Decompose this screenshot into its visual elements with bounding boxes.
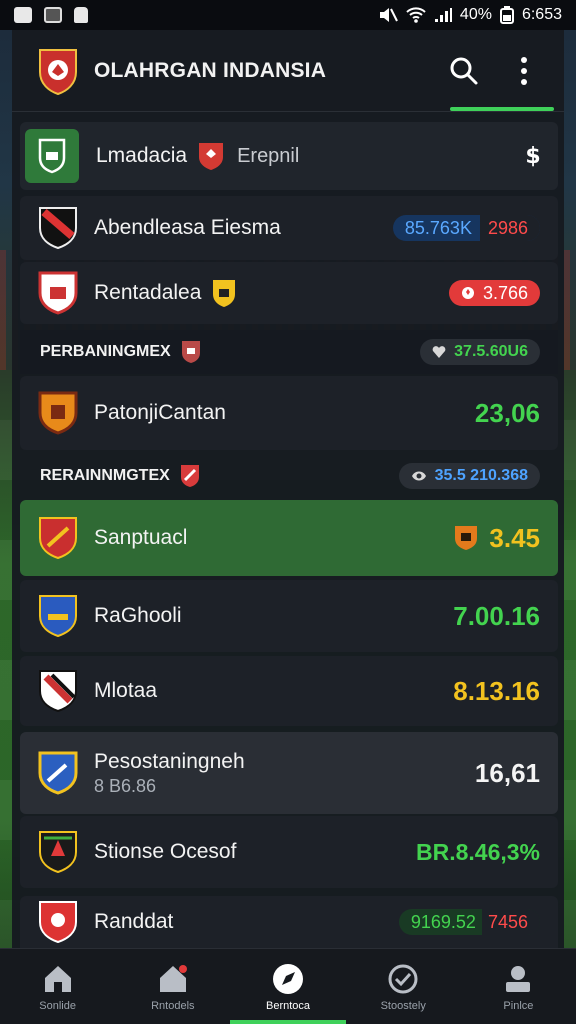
small-crest-icon <box>213 280 236 307</box>
svg-text:$: $ <box>525 144 540 169</box>
team-value: 16,61 <box>474 757 540 788</box>
ball-icon <box>461 287 474 299</box>
mute-icon <box>379 8 398 22</box>
more-options-button[interactable] <box>504 51 544 91</box>
clock: 6:653 <box>521 6 562 23</box>
odds-pill[interactable]: 85.763K 2986 <box>392 215 540 241</box>
notification-icon <box>14 7 32 23</box>
featured-name: Lmadacia <box>96 144 188 167</box>
section-header: RERAINNMGTEX 35.5 210.368 <box>20 454 558 498</box>
list-item[interactable]: Rentadalea 3.766 <box>20 262 558 324</box>
home-alert-icon <box>159 964 187 992</box>
signal-icon <box>434 8 452 22</box>
compass-icon <box>273 963 303 994</box>
section-shield-icon <box>180 465 199 487</box>
list-item[interactable]: RaGhooli 7.00.16 <box>20 580 558 652</box>
more-vertical-icon <box>521 56 527 85</box>
odds-pill[interactable]: 3.766 <box>448 280 540 306</box>
team-name-group: Pesostaningneh 8 B6.86 <box>94 750 475 797</box>
team-name: Pesostaningneh <box>94 749 245 773</box>
home-icon <box>44 965 71 992</box>
team-value: BR.8.46,3% <box>415 838 540 865</box>
team-crest-icon <box>39 831 77 874</box>
team-name: Abendleasa Eiesma <box>94 216 281 239</box>
team-value: 7.00.16 <box>453 600 540 631</box>
section-label: PERBANINGMEX <box>40 343 171 360</box>
main-panel: OLAHRGAN INDANSIA Lmadacia Erepnil $ Abe… <box>12 30 564 948</box>
app-bar-indicator <box>450 107 554 111</box>
app-bar: OLAHRGAN INDANSIA <box>12 30 564 112</box>
section-header: PERBANINGMEX 37.5.60U6 <box>20 330 558 374</box>
bottom-navigation: Sonlide Rntodels Berntoca Stoostely Pinl… <box>0 948 576 1024</box>
section-stat-pill[interactable]: 37.5.60U6 <box>420 339 540 365</box>
search-button[interactable] <box>444 51 484 91</box>
team-name: Rentadalea <box>94 281 202 304</box>
wifi-icon <box>406 7 426 23</box>
badge-icon <box>388 964 418 993</box>
nav-item-stats[interactable]: Stoostely <box>346 949 461 1024</box>
currency-icon[interactable]: $ <box>522 143 544 169</box>
nav-item-home[interactable]: Sonlide <box>0 949 115 1024</box>
team-sub: 8 B6.86 <box>94 775 157 796</box>
small-crest-icon <box>455 526 478 550</box>
image-icon <box>44 7 62 23</box>
nav-item-results[interactable]: Rntodels <box>115 949 230 1024</box>
team-crest-icon <box>39 517 77 560</box>
team-crest-icon <box>39 595 77 638</box>
featured-sub: Erepnil <box>237 144 300 167</box>
odds-pill[interactable]: 9169.52 7456 <box>398 909 540 935</box>
list-item[interactable]: Pesostaningneh 8 B6.86 16,61 <box>20 732 558 814</box>
eye-icon <box>411 471 426 481</box>
battery-text: 40% <box>459 6 492 23</box>
featured-small-crest <box>199 143 224 170</box>
team-crest-icon <box>38 271 78 315</box>
list-item[interactable]: Abendleasa Eiesma 85.763K 2986 <box>20 196 558 260</box>
app-title: OLAHRGAN INDANSIA <box>94 58 327 82</box>
team-name: PatonjiCantan <box>94 401 226 424</box>
heart-icon <box>432 346 446 358</box>
search-icon <box>450 57 478 84</box>
section-stat-pill[interactable]: 35.5 210.368 <box>398 463 540 489</box>
section-label: RERAINNMGTEX <box>40 467 170 484</box>
team-name: Sanptuacl <box>94 526 188 549</box>
nav-item-explore[interactable]: Berntoca <box>230 949 346 1024</box>
team-crest-icon <box>38 391 78 435</box>
team-crest-icon <box>39 901 77 944</box>
list-item[interactable]: Randdat 9169.52 7456 <box>20 896 558 948</box>
team-value: 3.45 <box>489 522 540 553</box>
team-crest-icon <box>39 670 77 713</box>
featured-team-crest <box>25 129 79 183</box>
team-name: RaGhooli <box>94 604 182 627</box>
battery-icon <box>499 6 514 24</box>
team-name: Randdat <box>94 910 174 933</box>
list-item[interactable]: PatonjiCantan 23,06 <box>20 376 558 450</box>
list-item[interactable]: Stionse Ocesof BR.8.46,3% <box>20 816 558 888</box>
team-value: 23,06 <box>474 397 540 428</box>
profile-icon <box>506 965 531 992</box>
team-name: Mlotaa <box>94 679 158 702</box>
team-crest-icon <box>38 751 78 795</box>
nav-item-profile[interactable]: Pinlce <box>461 949 576 1024</box>
team-crest-icon <box>39 207 77 250</box>
list-item[interactable]: Mlotaa 8.13.16 <box>20 656 558 726</box>
team-name: Stionse Ocesof <box>94 840 237 863</box>
team-value: 8.13.16 <box>453 675 540 706</box>
lock-icon <box>74 7 88 23</box>
status-bar: 40% 6:653 <box>0 0 576 30</box>
list-item-highlighted[interactable]: Sanptuacl 3.45 <box>20 500 558 576</box>
featured-row[interactable]: Lmadacia Erepnil $ <box>20 122 558 190</box>
section-shield-icon <box>181 341 200 363</box>
app-logo-crest <box>39 48 77 95</box>
